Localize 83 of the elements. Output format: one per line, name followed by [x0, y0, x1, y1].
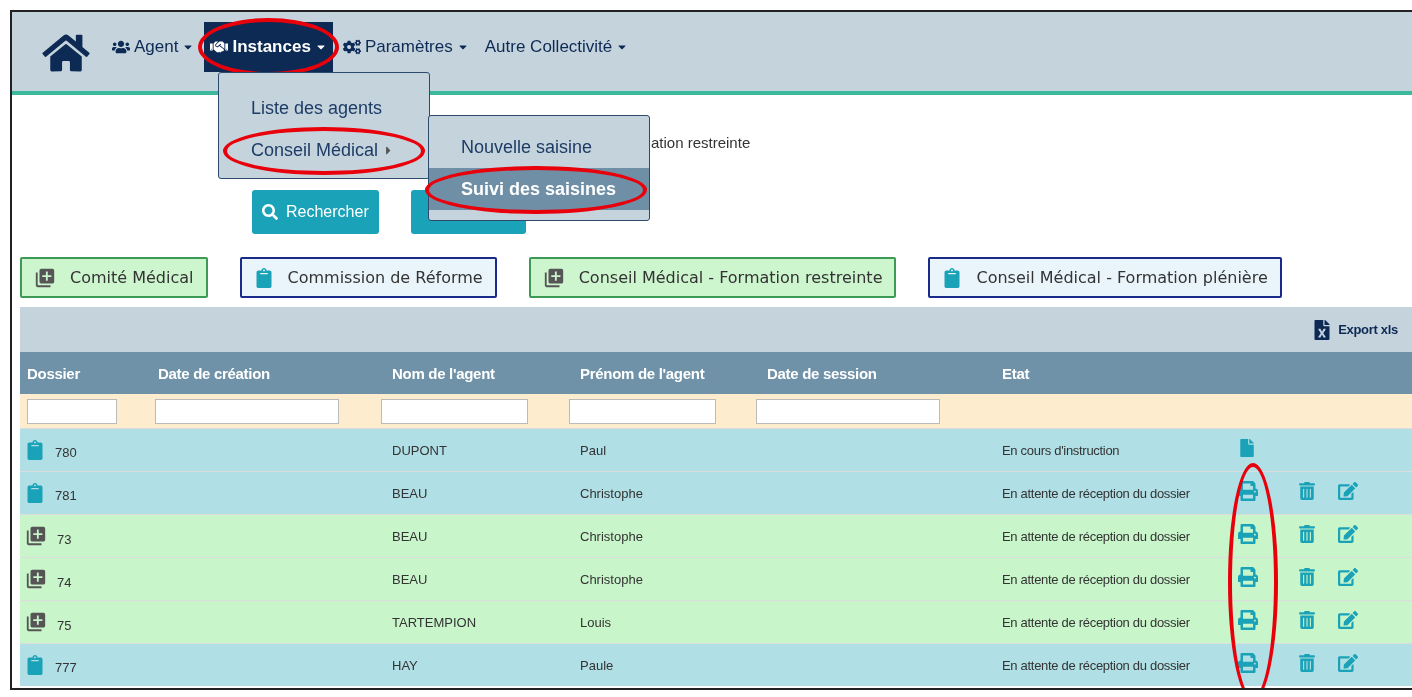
table-cell-text: Christophe: [579, 528, 644, 544]
table-row[interactable]: 777 HAY Paule En attente de réception du dossier: [20, 643, 1412, 686]
menu-item[interactable]: Conseil Médical: [219, 129, 429, 171]
print-icon[interactable]: [1238, 653, 1258, 673]
table-row[interactable]: 781 BEAU Christophe En attente de réception du dossier: [20, 471, 1412, 514]
option-text: ation restreinte: [651, 134, 751, 151]
table-cell: 75: [57, 618, 72, 633]
table-cell-text: DUPONT: [391, 442, 448, 458]
home-icon[interactable]: [42, 32, 90, 74]
table-cell-text: En cours d'instruction: [1001, 442, 1121, 458]
filter-field[interactable]: [569, 398, 716, 424]
clipboard-icon: [25, 483, 45, 503]
table-cell-text: En attente de réception du dossier: [1001, 528, 1191, 544]
filter-field[interactable]: [27, 398, 117, 424]
table-cell-text: Christophe: [579, 571, 644, 587]
clipboard-icon: [25, 440, 45, 460]
table-row[interactable]: 74 BEAU Christophe En attente de réception du dossier: [20, 557, 1412, 600]
spreadsheet-file-icon: [1312, 319, 1333, 340]
table-cell-text: Paul: [579, 442, 608, 458]
filter-button[interactable]: Comité Médical: [20, 257, 208, 298]
table-cell: 780: [55, 445, 77, 460]
table-row[interactable]: 75 TARTEMPION Louis En attente de réception du dossier: [20, 600, 1412, 643]
edit-icon[interactable]: [1338, 653, 1358, 673]
filter-field[interactable]: [381, 398, 528, 424]
table-cell-text: Paule: [579, 657, 615, 673]
column-header: Date de session: [766, 364, 878, 382]
trash-icon[interactable]: [1298, 568, 1316, 586]
edit-icon[interactable]: [1338, 567, 1358, 587]
nav-menu-item[interactable]: Agent: [106, 22, 201, 72]
stacked-plus-icon: [25, 525, 47, 547]
menu-item[interactable]: Liste des agents: [219, 87, 429, 129]
table-cell-text: Louis: [579, 614, 613, 630]
print-icon[interactable]: [1238, 610, 1258, 630]
filter-field[interactable]: [756, 398, 940, 424]
table-cell: 777: [55, 660, 77, 675]
gears-icon: [342, 38, 361, 56]
table-cell-text: En attente de réception du dossier: [1001, 485, 1191, 501]
trash-icon[interactable]: [1298, 654, 1316, 672]
filter-field[interactable]: [155, 398, 339, 424]
edit-icon[interactable]: [1338, 481, 1358, 501]
clipboard-icon: [25, 655, 45, 675]
stacked-plus-icon: [34, 266, 56, 289]
table-cell-text: HAY: [391, 657, 419, 673]
table-cell-text: En attente de réception du dossier: [1001, 657, 1191, 673]
print-icon[interactable]: [1238, 567, 1258, 587]
nav-menu-item[interactable]: Autre Collectivité: [478, 22, 635, 72]
table-row[interactable]: 73 BEAU Christophe En attente de réception du dossier: [20, 514, 1412, 557]
table-cell-text: BEAU: [391, 485, 429, 501]
filter-button[interactable]: Conseil Médical - Formation plénière: [928, 257, 1282, 298]
table-cell-text: En attente de réception du dossier: [1001, 614, 1191, 630]
edit-icon[interactable]: [1338, 524, 1358, 544]
table-cell-text: BEAU: [391, 571, 429, 587]
table-cell: 73: [57, 532, 72, 547]
trash-icon[interactable]: [1298, 525, 1316, 543]
column-header: Etat: [1001, 364, 1031, 382]
filter-button[interactable]: Commission de Réforme: [239, 257, 497, 298]
print-icon[interactable]: [1238, 524, 1258, 544]
table-cell-text: En attente de réception du dossier: [1001, 571, 1191, 587]
table-cell-text: BEAU: [391, 528, 429, 544]
edit-icon[interactable]: [1338, 610, 1358, 630]
nav-menu-item[interactable]: Paramètres: [336, 22, 475, 72]
stacked-plus-icon: [25, 568, 47, 590]
column-header: Prénom de l'agent: [579, 364, 706, 382]
search-icon: [262, 204, 278, 220]
filter-button[interactable]: Conseil Médical - Formation restreinte: [528, 257, 897, 298]
table-cell-text: TARTEMPION: [391, 614, 478, 630]
column-header: Dossier: [26, 364, 81, 382]
table-cell-text: Christophe: [579, 485, 644, 501]
print-icon[interactable]: [1238, 481, 1258, 501]
table-row[interactable]: 780 DUPONT Paul En cours d'instruction: [20, 428, 1412, 471]
table-cell: 781: [55, 488, 77, 503]
column-header: Nom de l'agent: [391, 364, 496, 382]
stacked-plus-icon: [25, 611, 47, 633]
trash-icon[interactable]: [1298, 611, 1316, 629]
clipboard-icon: [942, 267, 963, 288]
stacked-plus-icon: [542, 266, 565, 289]
submenu-item[interactable]: Nouvelle saisine: [429, 126, 649, 168]
document-icon[interactable]: [1238, 439, 1256, 457]
column-header: Date de création: [157, 364, 271, 382]
trash-icon[interactable]: [1298, 482, 1316, 500]
users-icon: [112, 38, 130, 56]
export-link[interactable]: Export xls: [1312, 319, 1398, 340]
table-cell: 74: [57, 575, 72, 590]
